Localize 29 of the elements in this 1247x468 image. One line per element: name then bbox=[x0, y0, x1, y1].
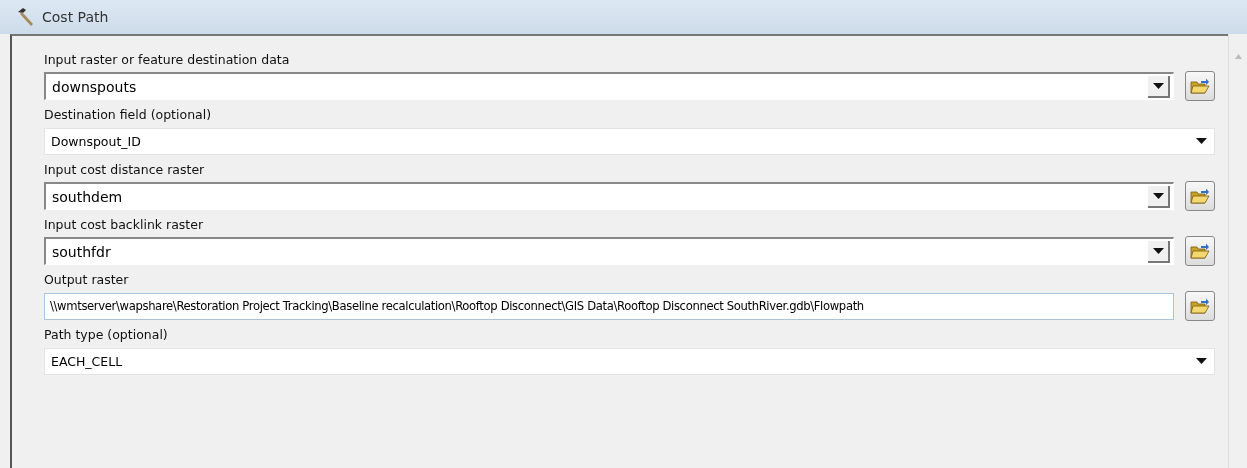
parameter-label: Destination field (optional) bbox=[44, 107, 213, 123]
folder-icon bbox=[1190, 297, 1210, 315]
combo-box[interactable]: downspouts bbox=[44, 72, 1174, 100]
dropdown-field[interactable]: Downspout_ID bbox=[44, 127, 1215, 155]
caret-icon bbox=[1196, 138, 1207, 144]
caret-icon bbox=[1152, 82, 1164, 89]
folder-icon bbox=[1190, 77, 1210, 95]
dropdown-field[interactable]: EACH_CELL bbox=[44, 347, 1215, 375]
browse-button[interactable] bbox=[1185, 71, 1215, 101]
caret-icon bbox=[1196, 358, 1207, 364]
dropdown-button[interactable] bbox=[1148, 240, 1170, 263]
browse-button[interactable] bbox=[1185, 181, 1215, 211]
parameter-label: Input cost distance raster bbox=[44, 162, 206, 178]
input-field[interactable]: \\wmtserver\wapshare\Restoration Project Tracking\Baseline recalculation\Rooftop Disconnect\GIS Data\Rooftop Disconnect SouthRiver.gdb\Flowpath bbox=[44, 292, 1174, 320]
parameter-label: Input raster or feature destination data bbox=[44, 52, 291, 68]
browse-button[interactable] bbox=[1185, 236, 1215, 266]
caret-icon bbox=[1152, 247, 1164, 254]
dropdown-button[interactable] bbox=[1148, 185, 1170, 208]
parameter-label: Input cost backlink raster bbox=[44, 217, 205, 233]
folder-icon bbox=[1190, 187, 1210, 205]
folder-icon bbox=[1190, 242, 1210, 260]
parameter-label: Path type (optional) bbox=[44, 327, 169, 343]
combo-box[interactable]: southdem bbox=[44, 182, 1174, 210]
combo-box[interactable]: southfdr bbox=[44, 237, 1174, 265]
dropdown-button[interactable] bbox=[1148, 75, 1170, 98]
caret-icon bbox=[1152, 192, 1164, 199]
window-title: Cost Path bbox=[42, 9, 109, 25]
parameter-label: Output raster bbox=[44, 272, 130, 288]
browse-button[interactable] bbox=[1185, 291, 1215, 321]
